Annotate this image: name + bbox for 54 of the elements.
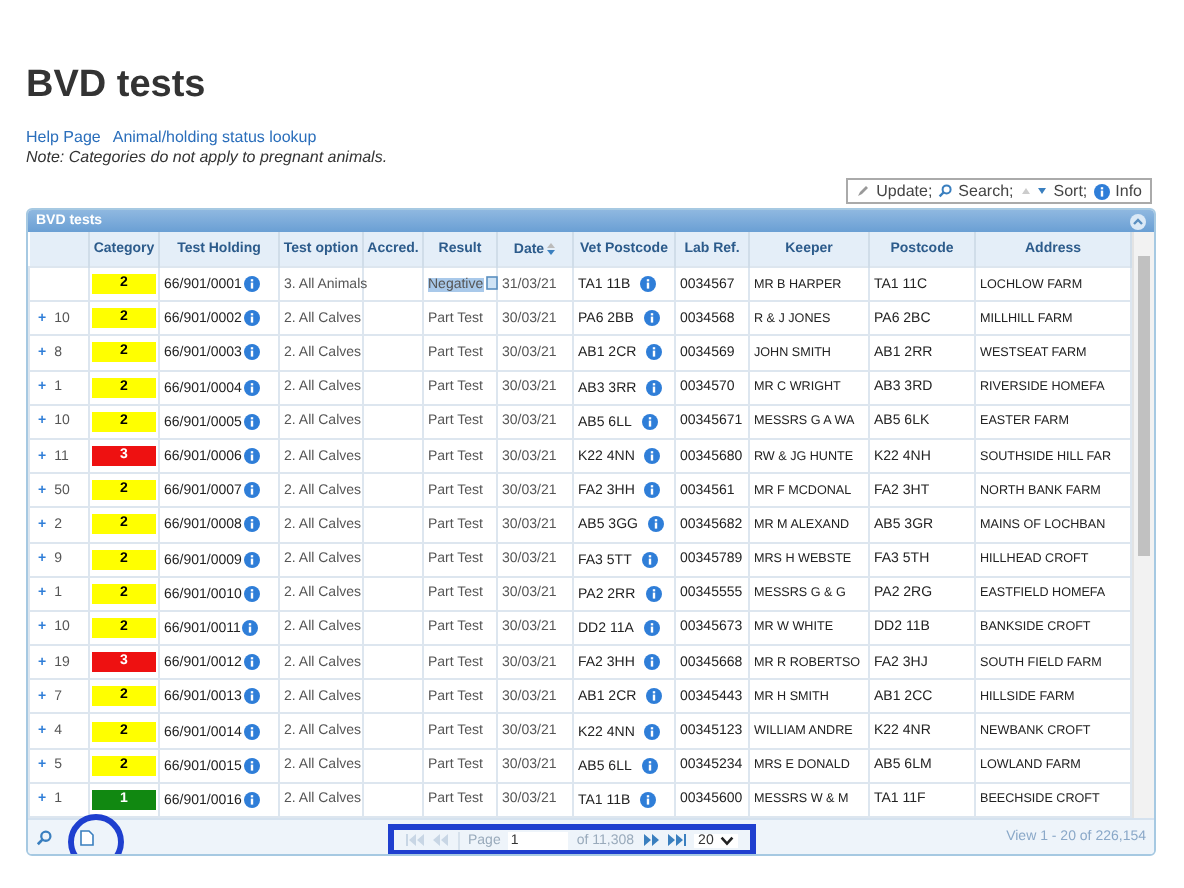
scrollbar[interactable] bbox=[1132, 232, 1154, 818]
info-icon[interactable] bbox=[645, 585, 662, 602]
info-icon[interactable] bbox=[644, 723, 661, 740]
info-icon[interactable] bbox=[644, 654, 661, 671]
info-icon[interactable] bbox=[243, 482, 260, 499]
info-icon[interactable] bbox=[243, 310, 260, 327]
legend-text: Update; bbox=[876, 182, 933, 200]
info-icon[interactable] bbox=[243, 344, 260, 361]
info-icon[interactable] bbox=[243, 757, 260, 774]
note-text: Note: Categories do not apply to pregnant animals. bbox=[26, 148, 390, 168]
info-icon[interactable] bbox=[647, 516, 664, 533]
info-icon[interactable] bbox=[243, 723, 260, 740]
info-icon[interactable] bbox=[644, 482, 661, 499]
pencil-icon bbox=[856, 184, 871, 198]
legend-text: Sort; bbox=[1053, 182, 1088, 200]
info-icon[interactable] bbox=[641, 551, 658, 568]
info-icon[interactable] bbox=[243, 688, 260, 705]
next-page-icon[interactable] bbox=[642, 834, 661, 846]
search-icon bbox=[938, 184, 953, 198]
info-icon[interactable] bbox=[243, 448, 260, 465]
link[interactable]: Animal/holding status lookup bbox=[112, 126, 317, 148]
info-icon[interactable] bbox=[243, 413, 260, 430]
legend-text: Info bbox=[1115, 182, 1142, 200]
info-icon[interactable] bbox=[640, 791, 657, 808]
chevron-down-icon bbox=[719, 835, 734, 845]
info-icon[interactable] bbox=[243, 276, 260, 293]
info-icon[interactable] bbox=[640, 276, 657, 293]
info-icon[interactable] bbox=[646, 688, 663, 705]
info-icon[interactable] bbox=[641, 757, 658, 774]
info-icon[interactable] bbox=[643, 310, 660, 327]
sort-icon bbox=[546, 241, 557, 256]
annotation-circle bbox=[68, 813, 124, 854]
info-icon[interactable] bbox=[646, 344, 663, 361]
info-icon[interactable] bbox=[644, 448, 661, 465]
search-icon[interactable] bbox=[36, 829, 52, 845]
collapse-icon[interactable] bbox=[1130, 213, 1146, 229]
link[interactable]: Help Page bbox=[26, 126, 101, 148]
info-icon[interactable] bbox=[243, 791, 260, 808]
info-icon[interactable] bbox=[646, 379, 663, 396]
legend-text: Search; bbox=[958, 182, 1014, 200]
document-icon[interactable] bbox=[80, 829, 94, 845]
info-icon[interactable] bbox=[243, 654, 260, 671]
info-icon[interactable] bbox=[641, 413, 658, 430]
document-icon[interactable] bbox=[485, 276, 498, 291]
info-icon bbox=[1093, 183, 1110, 199]
info-icon[interactable] bbox=[243, 585, 260, 602]
sort-icon bbox=[1019, 185, 1048, 197]
info-icon[interactable] bbox=[243, 516, 260, 533]
page-title: BVD tests bbox=[26, 64, 208, 108]
info-icon[interactable] bbox=[643, 619, 660, 636]
info-icon[interactable] bbox=[243, 379, 260, 396]
info-icon[interactable] bbox=[243, 551, 260, 568]
info-icon[interactable] bbox=[242, 619, 259, 636]
last-page-icon[interactable] bbox=[668, 834, 687, 846]
